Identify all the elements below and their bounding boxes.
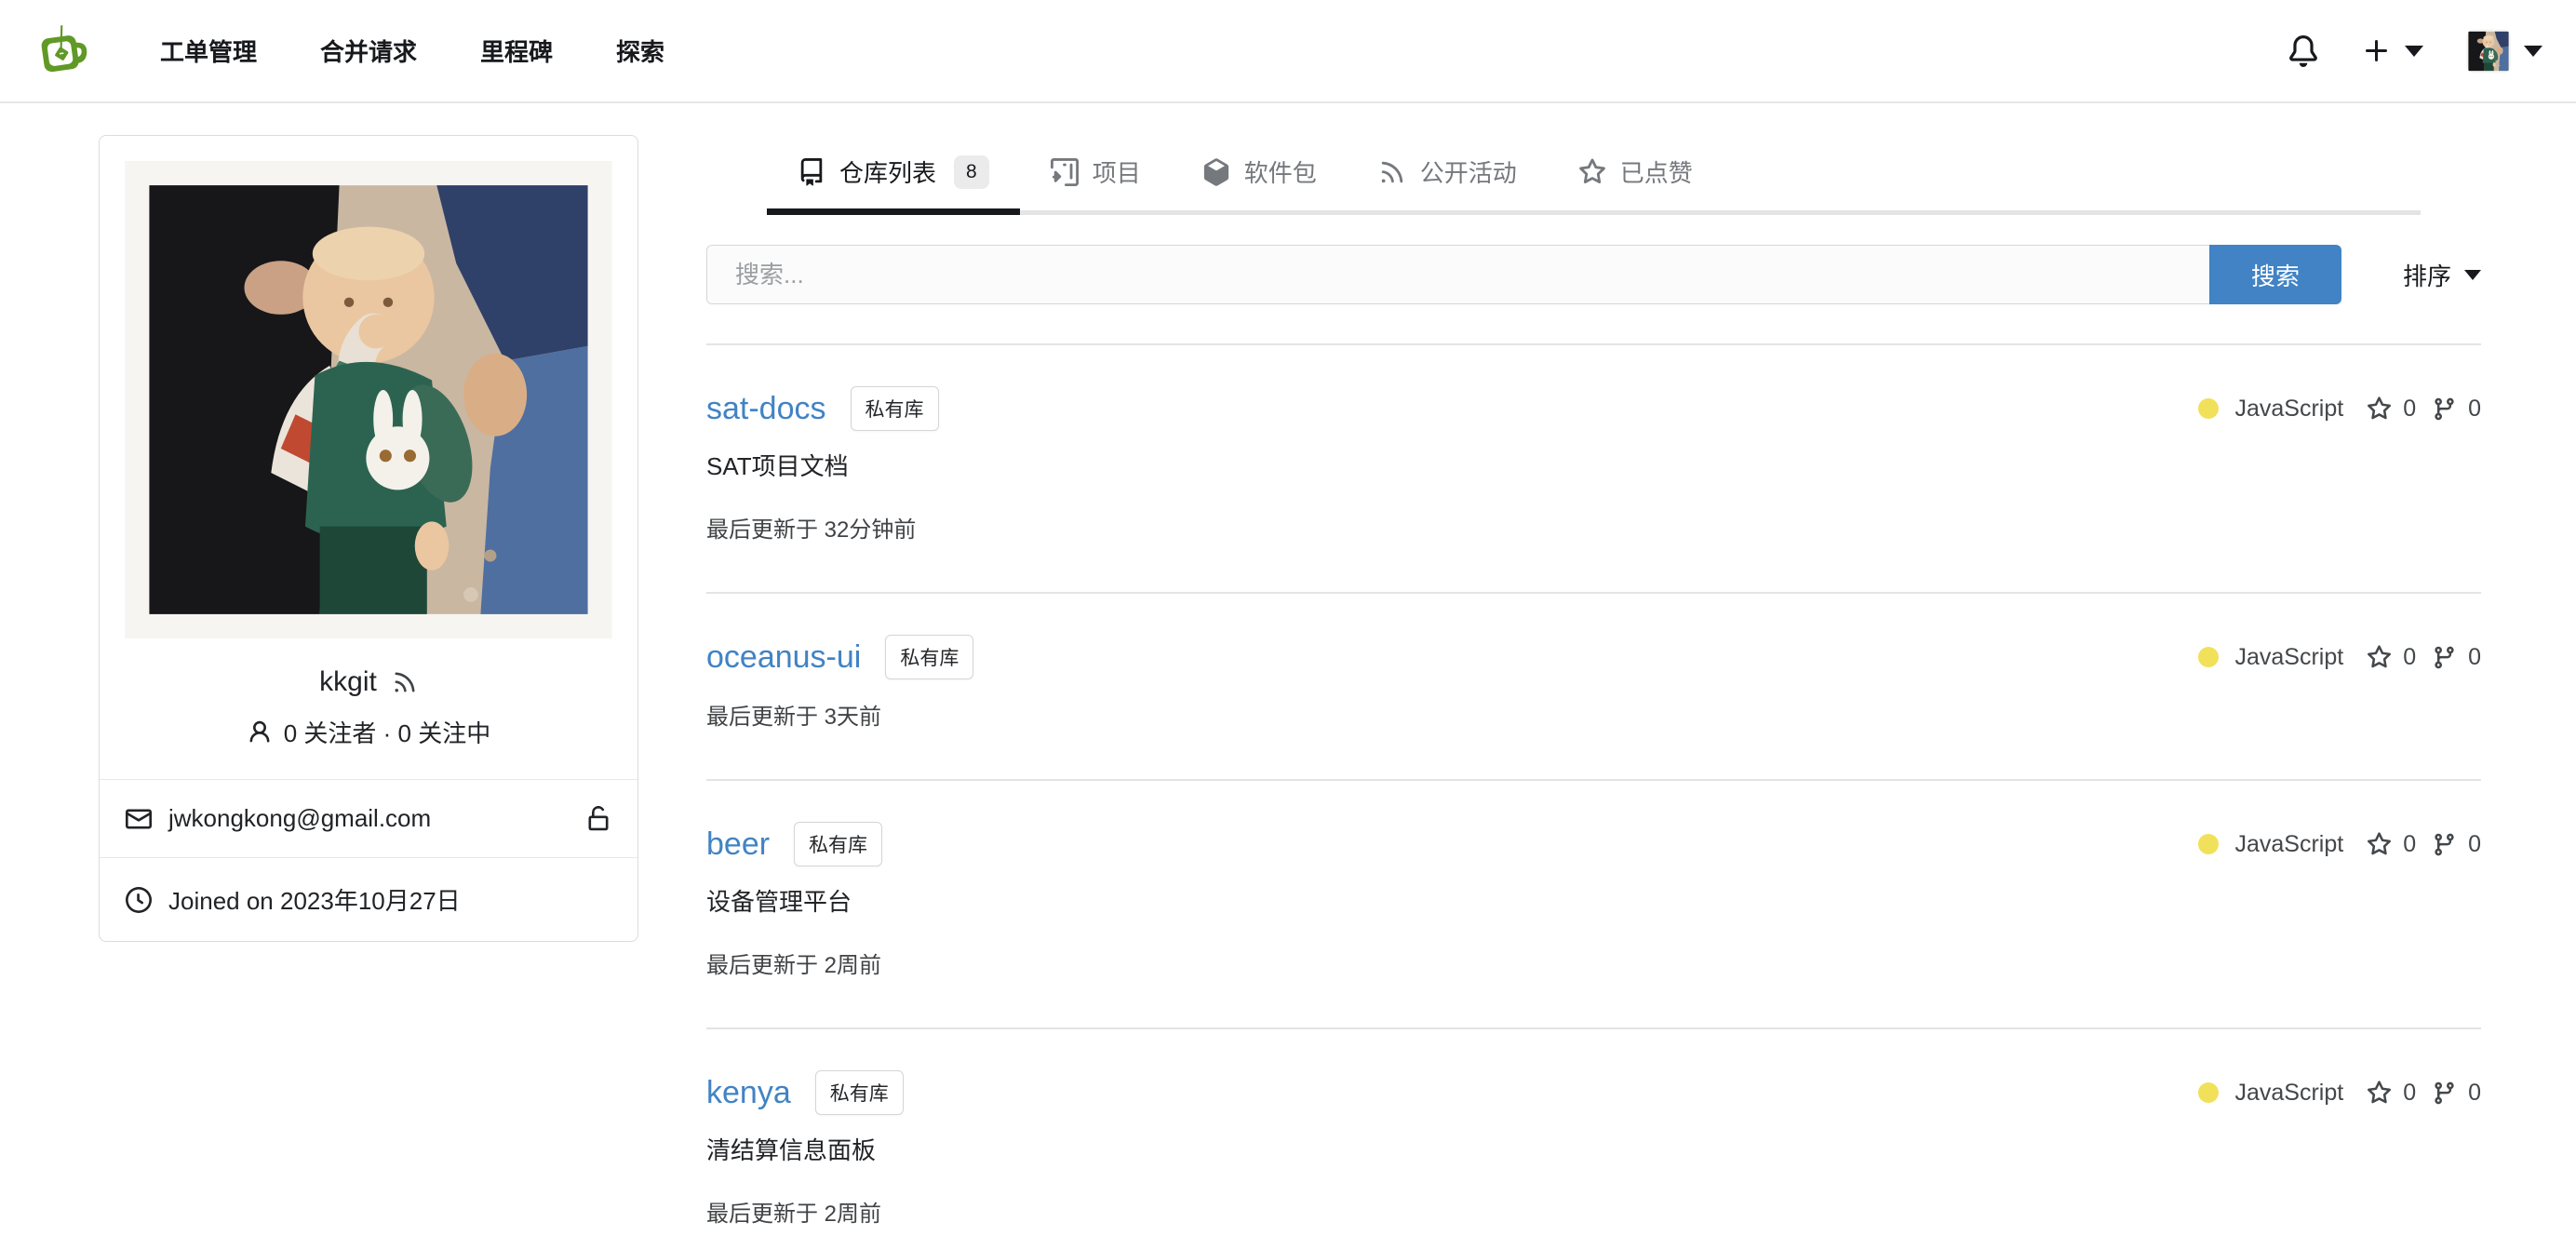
package-icon xyxy=(1202,158,1230,186)
main-nav: 工单管理 合并请求 里程碑 探索 xyxy=(97,34,664,68)
mail-icon xyxy=(126,806,152,832)
top-navbar: 工单管理 合并请求 里程碑 探索 xyxy=(0,0,2576,103)
repo-name-link[interactable]: kenya xyxy=(706,1070,791,1115)
star-icon xyxy=(2367,645,2392,670)
tab-public-activity[interactable]: 公开活动 xyxy=(1348,135,1548,215)
tab-starred[interactable]: 已点赞 xyxy=(1548,135,1724,215)
chevron-down-icon xyxy=(2405,45,2423,57)
repo-meta: JavaScript 0 0 xyxy=(2198,396,2481,423)
tab-repositories[interactable]: 仓库列表 8 xyxy=(767,135,1020,215)
profile-avatar[interactable] xyxy=(100,136,637,646)
tab-packages[interactable]: 软件包 xyxy=(1172,135,1348,215)
star-count[interactable]: 0 xyxy=(2367,1080,2416,1107)
git-branch-icon xyxy=(2432,1081,2457,1106)
language-color-dot xyxy=(2198,398,2220,419)
git-branch-icon xyxy=(2432,832,2457,857)
repo-description: SAT项目文档 xyxy=(706,452,849,480)
repo-updated-text: 最后更新于 2周前 xyxy=(706,953,882,978)
email-text[interactable]: jwkongkong@gmail.com xyxy=(168,804,431,833)
repo-list-item: kenya 私有库 JavaScript 0 0 清结算信息面板 最后更新于 2… xyxy=(706,1029,2481,1249)
repository-list: sat-docs 私有库 JavaScript 0 0 SAT项目文档 最后更新… xyxy=(706,343,2481,1249)
repo-name-link[interactable]: beer xyxy=(706,822,770,866)
repo-meta: JavaScript 0 0 xyxy=(2198,831,2481,858)
language-label: JavaScript xyxy=(2234,830,2344,857)
search-button[interactable]: 搜索 xyxy=(2208,245,2341,304)
repo-visibility-badge: 私有库 xyxy=(794,822,883,866)
chevron-down-icon xyxy=(2524,45,2542,57)
repo-description: 清结算信息面板 xyxy=(706,1136,877,1164)
chevron-down-icon xyxy=(2464,269,2481,280)
repo-name-link[interactable]: sat-docs xyxy=(706,386,826,431)
repo-visibility-badge: 私有库 xyxy=(814,1070,904,1115)
project-icon xyxy=(1051,158,1079,186)
repo-meta: JavaScript 0 0 xyxy=(2198,1080,2481,1107)
language-label: JavaScript xyxy=(2234,1079,2344,1106)
create-new-dropdown[interactable] xyxy=(2362,36,2423,66)
repo-updated-text: 最后更新于 32分钟前 xyxy=(706,517,917,543)
star-icon xyxy=(2367,396,2392,422)
language-color-dot xyxy=(2198,647,2220,667)
clock-icon xyxy=(126,887,152,913)
notifications-bell-icon[interactable] xyxy=(2288,35,2319,67)
git-branch-icon xyxy=(2432,396,2457,422)
profile-username: kkgit xyxy=(319,666,377,697)
git-branch-icon xyxy=(2432,645,2457,670)
profile-sidebar: kkgit 0 关注者 · 0 关注中 jwkongkong@gmail.com… xyxy=(99,135,638,1249)
navbar-right xyxy=(2288,29,2542,74)
profile-tabs: 仓库列表 8 项目 软件包 公开活动 已点赞 xyxy=(767,135,2421,215)
repo-meta: JavaScript 0 0 xyxy=(2198,644,2481,671)
rss-feed-icon[interactable] xyxy=(392,669,418,695)
repo-list-item: oceanus-ui 私有库 JavaScript 0 0 最后更新于 3天前 xyxy=(706,594,2481,781)
unlock-icon[interactable] xyxy=(585,806,611,832)
fork-count[interactable]: 0 xyxy=(2432,831,2481,858)
star-count[interactable]: 0 xyxy=(2367,831,2416,858)
repo-count-badge: 8 xyxy=(954,154,989,189)
repo-updated-text: 最后更新于 3天前 xyxy=(706,705,882,730)
star-icon xyxy=(2367,832,2392,857)
repo-visibility-badge: 私有库 xyxy=(885,635,974,679)
nav-item-explore[interactable]: 探索 xyxy=(616,34,664,68)
repo-name-link[interactable]: oceanus-ui xyxy=(706,635,861,679)
main-content: 仓库列表 8 项目 软件包 公开活动 已点赞 搜索... 搜索 排序 sat-d… xyxy=(706,135,2481,1249)
page-body: kkgit 0 关注者 · 0 关注中 jwkongkong@gmail.com… xyxy=(0,103,2576,1249)
language-label: JavaScript xyxy=(2234,643,2344,670)
repo-updated-text: 最后更新于 2周前 xyxy=(706,1202,882,1227)
star-count[interactable]: 0 xyxy=(2367,396,2416,423)
language-color-dot xyxy=(2198,834,2220,854)
star-icon xyxy=(2367,1081,2392,1106)
language-color-dot xyxy=(2198,1082,2220,1103)
email-row: jwkongkong@gmail.com xyxy=(100,779,637,857)
repo-icon xyxy=(798,158,825,186)
profile-card: kkgit 0 关注者 · 0 关注中 jwkongkong@gmail.com… xyxy=(99,135,638,942)
sort-dropdown[interactable]: 排序 xyxy=(2403,245,2481,304)
followers-text: 0 关注者 · 0 关注中 xyxy=(283,719,491,747)
user-menu-dropdown[interactable] xyxy=(2466,29,2542,74)
tab-projects[interactable]: 项目 xyxy=(1020,135,1172,215)
fork-count[interactable]: 0 xyxy=(2432,1080,2481,1107)
repo-visibility-badge: 私有库 xyxy=(850,386,939,431)
repo-list-item: sat-docs 私有库 JavaScript 0 0 SAT项目文档 最后更新… xyxy=(706,345,2481,594)
joined-text: Joined on 2023年10月27日 xyxy=(168,887,461,915)
gitea-logo[interactable] xyxy=(34,21,93,81)
nav-item-milestones[interactable]: 里程碑 xyxy=(480,34,553,68)
fork-count[interactable]: 0 xyxy=(2432,644,2481,671)
repo-list-item: beer 私有库 JavaScript 0 0 设备管理平台 最后更新于 2周前 xyxy=(706,781,2481,1029)
search-input[interactable] xyxy=(706,245,2209,304)
person-icon xyxy=(247,719,273,745)
rss-icon xyxy=(1378,158,1406,186)
star-icon xyxy=(1578,158,1606,186)
star-count[interactable]: 0 xyxy=(2367,644,2416,671)
repo-search-row: 搜索 排序 xyxy=(706,245,2481,304)
language-label: JavaScript xyxy=(2234,395,2344,422)
plus-icon xyxy=(2362,36,2392,66)
followers-row[interactable]: 0 关注者 · 0 关注中 xyxy=(100,715,637,749)
repo-description: 设备管理平台 xyxy=(706,888,852,916)
nav-item-pull-requests[interactable]: 合并请求 xyxy=(320,34,417,68)
joined-row: Joined on 2023年10月27日 xyxy=(100,857,637,941)
nav-item-issues[interactable]: 工单管理 xyxy=(160,34,257,68)
navbar-avatar xyxy=(2466,29,2511,74)
fork-count[interactable]: 0 xyxy=(2432,396,2481,423)
